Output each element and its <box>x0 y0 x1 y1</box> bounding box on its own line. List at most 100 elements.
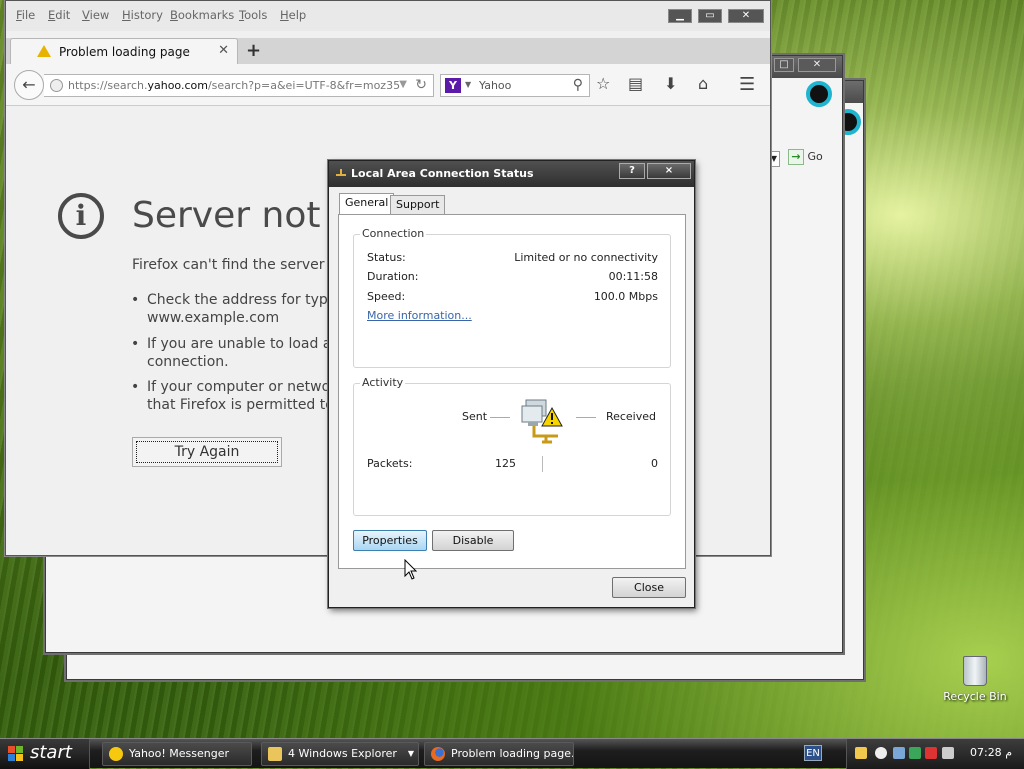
firefox-icon <box>431 747 445 761</box>
received-label: Received <box>605 410 656 423</box>
explorer-go-button[interactable]: → Go <box>788 149 840 169</box>
close-window-button[interactable]: ✕ <box>728 9 764 23</box>
suggestion-item: Check the address for typinwww.example.c… <box>131 291 341 327</box>
update-tray-icon[interactable] <box>909 747 921 759</box>
dialog-titlebar[interactable]: Local Area Connection Status ? × <box>329 161 694 187</box>
tab-strip: Problem loading page ✕ + <box>6 38 770 64</box>
windows-logo-icon <box>8 746 24 762</box>
url-bar[interactable]: https://search.yahoo.com/search?p=a&ei=U… <box>44 74 434 97</box>
bookmark-star-icon[interactable]: ☆ <box>596 74 610 93</box>
tab-problem-loading[interactable]: Problem loading page ✕ <box>10 38 238 64</box>
clock[interactable]: 07:28 م <box>970 746 1012 759</box>
system-tray: 07:28 م <box>846 739 1024 769</box>
packets-received-value: 0 <box>651 457 658 470</box>
recycle-bin-icon <box>963 656 987 686</box>
menu-history[interactable]: History <box>122 8 163 22</box>
error-title: Server not f <box>132 195 345 236</box>
status-row: Status: Limited or no connectivity <box>367 251 658 264</box>
tab-close-icon[interactable]: ✕ <box>218 43 229 58</box>
connection-group-label: Connection <box>360 227 427 240</box>
disable-button[interactable]: Disable <box>432 530 514 551</box>
suggestion-item: If your computer or networkthat Firefox … <box>131 378 347 414</box>
go-arrow-icon: → <box>788 149 804 165</box>
duration-row: Duration: 00:11:58 <box>367 270 658 283</box>
warning-icon <box>37 45 51 57</box>
go-label: Go <box>807 150 823 163</box>
menu-bookmarks[interactable]: Bookmarks <box>170 8 234 22</box>
globe-icon <box>50 79 63 92</box>
mouse-cursor-icon <box>404 559 418 580</box>
language-indicator[interactable]: EN <box>804 745 822 761</box>
more-information-link[interactable]: More information... <box>367 309 472 322</box>
new-tab-icon[interactable]: + <box>246 40 261 61</box>
sent-label: Sent <box>462 410 488 423</box>
network-warning-icon <box>521 399 563 444</box>
start-button[interactable]: start <box>0 739 90 769</box>
security-tray-icon[interactable] <box>893 747 905 759</box>
connection-status-dialog[interactable]: Local Area Connection Status ? × General… <box>328 160 695 608</box>
taskbar-windows-explorer[interactable]: 4 Windows Explorer ▼ <box>261 742 419 766</box>
speed-value: 100.0 Mbps <box>593 290 658 303</box>
yahoo-logo-icon[interactable]: Y <box>445 78 461 93</box>
taskbar-yahoo-messenger[interactable]: Yahoo! Messenger <box>102 742 252 766</box>
duration-value: 00:11:58 <box>608 270 658 283</box>
url-dropdown-icon[interactable]: ▼ <box>399 79 407 90</box>
tab-label: Problem loading page <box>59 45 190 59</box>
explorer-front-logo-icon <box>806 81 832 107</box>
help-button[interactable]: ? <box>619 163 645 179</box>
explorer-close-button[interactable]: ✕ <box>798 58 836 72</box>
nav-toolbar: ← https://search.yahoo.com/search?p=a&ei… <box>6 64 770 106</box>
menu-edit[interactable]: Edit <box>48 8 70 22</box>
tab-support[interactable]: Support <box>390 195 446 214</box>
tab-general[interactable]: General <box>339 193 395 214</box>
search-engine-dropdown-icon[interactable]: ▼ <box>465 80 471 89</box>
home-icon[interactable]: ⌂ <box>698 74 708 93</box>
menu-file[interactable]: File <box>16 8 35 22</box>
reading-list-icon[interactable]: ▤ <box>628 74 643 93</box>
received-line <box>576 417 596 418</box>
reload-icon[interactable]: ↻ <box>415 77 427 93</box>
suggestion-item: If you are unable to load anyconnection. <box>131 335 349 371</box>
start-label: start <box>30 742 72 763</box>
menu-help[interactable]: Help <box>280 8 306 22</box>
shield-tray-icon[interactable] <box>925 747 937 759</box>
try-again-label: Try Again <box>136 441 278 463</box>
status-value: Limited or no connectivity <box>514 251 658 264</box>
maximize-button[interactable]: ▭ <box>698 9 722 23</box>
taskbar-firefox[interactable]: Problem loading page... <box>424 742 574 766</box>
search-bar[interactable]: Y ▼ Yahoo ⚲ <box>440 74 590 97</box>
activity-group: Activity Sent Received Packets: 125 0 <box>353 376 671 516</box>
search-icon[interactable]: ⚲ <box>573 77 583 93</box>
packets-divider <box>542 456 543 472</box>
messenger-tray-icon[interactable] <box>875 747 887 759</box>
error-description: Firefox can't find the server at <box>132 257 344 273</box>
minimize-button[interactable]: ▁ <box>668 9 692 23</box>
folder-icon <box>268 747 282 761</box>
download-icon[interactable]: ⬇ <box>664 74 677 93</box>
firefox-menubar: File Edit View History Bookmarks Tools H… <box>6 1 770 31</box>
yahoo-messenger-icon <box>109 747 123 761</box>
general-tab-panel: Connection Status: Limited or no connecti… <box>338 214 686 569</box>
connection-group: Connection Status: Limited or no connecti… <box>353 227 671 368</box>
back-arrow-icon[interactable]: ← <box>14 70 44 100</box>
dialog-close-button[interactable]: × <box>647 163 691 179</box>
dialog-title: Local Area Connection Status <box>351 167 534 180</box>
speed-row: Speed: 100.0 Mbps <box>367 290 658 303</box>
network-warning-tray-icon[interactable] <box>855 747 867 759</box>
close-button[interactable]: Close <box>612 577 686 598</box>
try-again-button[interactable]: Try Again <box>132 437 282 467</box>
menu-view[interactable]: View <box>82 8 109 22</box>
menu-tools[interactable]: Tools <box>239 8 267 22</box>
info-icon: i <box>58 193 104 239</box>
explorer-maximize-button[interactable]: □ <box>774 58 794 72</box>
menu-hamburger-icon[interactable]: ☰ <box>739 74 755 95</box>
recycle-bin[interactable]: Recycle Bin <box>940 656 1010 703</box>
search-placeholder: Yahoo <box>479 79 512 92</box>
activity-group-label: Activity <box>360 376 406 389</box>
volume-tray-icon[interactable] <box>942 747 954 759</box>
properties-button[interactable]: Properties <box>353 530 427 551</box>
recycle-bin-label: Recycle Bin <box>943 690 1007 703</box>
network-connection-icon <box>336 169 346 176</box>
packets-sent-value: 125 <box>495 457 516 470</box>
group-dropdown-icon: ▼ <box>407 749 414 758</box>
